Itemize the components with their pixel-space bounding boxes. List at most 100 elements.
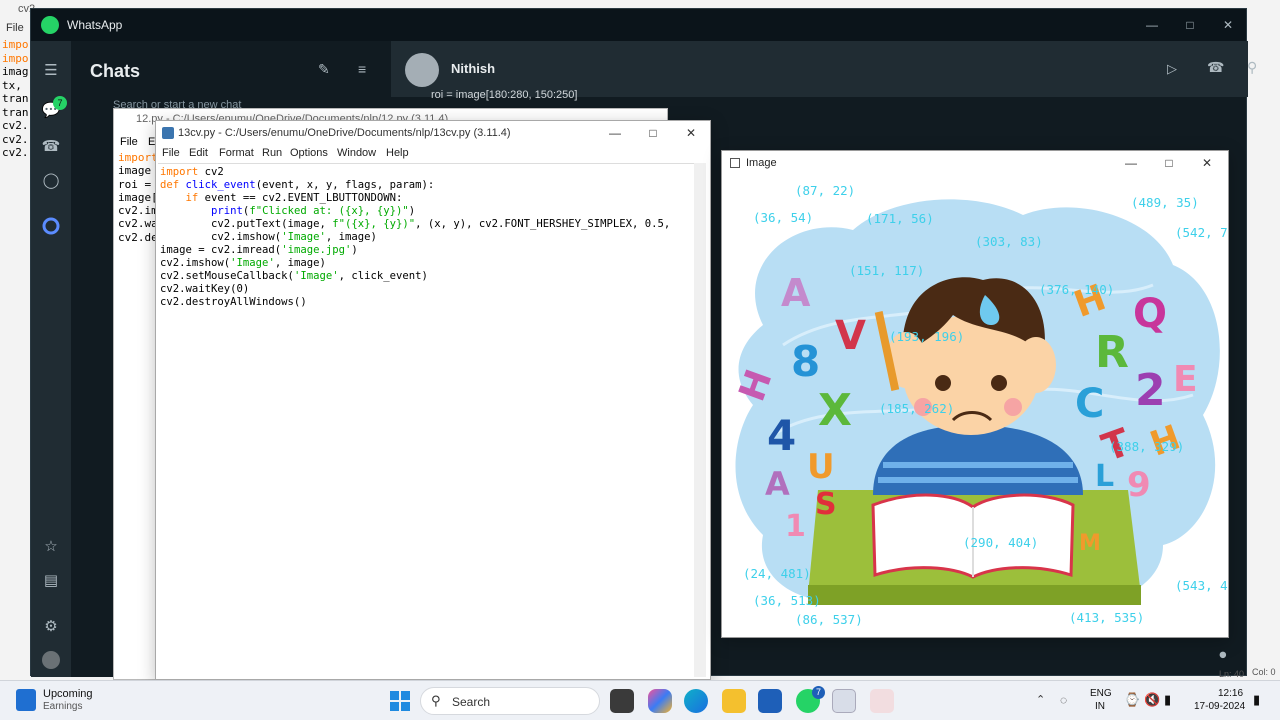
- minimize-icon[interactable]: —: [1133, 13, 1171, 37]
- code-line: cv2.de: [118, 230, 158, 244]
- code-line: tran: [2, 92, 29, 105]
- copilot-icon[interactable]: [648, 689, 672, 713]
- close-icon[interactable]: ✕: [1209, 13, 1247, 37]
- start-button-icon[interactable]: [390, 691, 410, 711]
- background-editor-menu-file[interactable]: File: [6, 22, 24, 34]
- maximize-icon[interactable]: □: [1150, 151, 1188, 175]
- idle-taskbar-icon[interactable]: [832, 689, 856, 713]
- letter-decoration: M: [1079, 531, 1101, 556]
- code-line: cv2.imshow('Image', image): [160, 257, 326, 269]
- maximize-icon[interactable]: □: [1171, 13, 1209, 37]
- letter-decoration: 9: [1127, 465, 1151, 505]
- menu-help[interactable]: Help: [386, 147, 409, 159]
- coordinate-label: (542, 72: [1175, 225, 1228, 240]
- mic-icon[interactable]: ⚫: [1217, 647, 1229, 664]
- python-taskbar-icon[interactable]: [870, 689, 894, 713]
- file-explorer-dark-icon[interactable]: [610, 689, 634, 713]
- contact-avatar[interactable]: [405, 53, 439, 87]
- widget-title[interactable]: Upcoming: [43, 688, 93, 700]
- letter-decoration: U: [807, 447, 835, 487]
- code-line: import cv2: [160, 166, 224, 178]
- menu-run[interactable]: Run: [262, 147, 282, 159]
- code-editor[interactable]: import cv2 def click_event(event, x, y, …: [158, 163, 698, 677]
- edge-icon[interactable]: [684, 689, 708, 713]
- code-line: cv2.waitKey(0): [160, 283, 250, 295]
- opencv-image-window[interactable]: Image — □ ✕ A V 8 H X 4 U A S 1 H Q R 2 …: [721, 150, 1229, 638]
- archive-icon[interactable]: ▤: [41, 571, 61, 591]
- battery-icon[interactable]: ▮: [1164, 692, 1171, 708]
- code-line: tx,: [2, 78, 22, 92]
- code-line: impo: [2, 51, 29, 65]
- letter-decoration: 4: [767, 411, 797, 460]
- voice-call-icon[interactable]: ☎: [1207, 59, 1224, 76]
- network-tray-icon[interactable]: ◌: [1060, 693, 1067, 707]
- menu-file[interactable]: File: [162, 147, 180, 159]
- menu-icon[interactable]: ☰: [41, 61, 61, 81]
- menu-options[interactable]: Options: [290, 147, 328, 159]
- folder-icon[interactable]: [722, 689, 746, 713]
- coordinate-label: (193, 196): [889, 329, 965, 344]
- idle-window-13cv[interactable]: 13cv.py - C:/Users/enumu/OneDrive/Docume…: [155, 120, 711, 680]
- close-icon[interactable]: ✕: [1188, 151, 1226, 175]
- menu-edit[interactable]: Edit: [189, 147, 208, 159]
- starred-icon[interactable]: ☆: [41, 537, 61, 557]
- coordinate-label: (36, 513): [753, 593, 821, 608]
- letter-decoration: 2: [1135, 365, 1166, 416]
- wifi-icon[interactable]: ⌚: [1124, 692, 1140, 708]
- meta-ai-icon[interactable]: [41, 217, 61, 237]
- whatsapp-app-name: WhatsApp: [67, 18, 123, 32]
- status-icon[interactable]: ◯: [41, 171, 61, 191]
- menu-file[interactable]: File: [120, 136, 138, 148]
- letter-decoration: 1: [785, 509, 806, 544]
- code-line: cv2.: [2, 146, 29, 159]
- minimize-icon[interactable]: —: [1112, 151, 1150, 175]
- profile-avatar[interactable]: [42, 651, 60, 669]
- coordinate-label: (24, 481): [743, 566, 811, 581]
- letter-decoration: Q: [1133, 291, 1168, 337]
- menu-format[interactable]: Format: [219, 147, 254, 159]
- calls-icon[interactable]: ☎: [41, 137, 61, 157]
- code-line: if event == cv2.EVENT_LBUTTONDOWN:: [185, 192, 403, 204]
- col-status: Col: 0: [1252, 667, 1276, 677]
- coordinate-label: (413, 535): [1069, 610, 1145, 625]
- image-window-icon: [730, 158, 740, 168]
- notifications-icon[interactable]: ▮: [1253, 692, 1260, 708]
- menu-window[interactable]: Window: [337, 147, 376, 159]
- code-line: roi =: [118, 177, 152, 191]
- coordinate-label: (86, 537): [795, 612, 863, 627]
- coordinate-label: (171, 56): [866, 211, 934, 226]
- widget-subtitle: Earnings: [43, 701, 83, 712]
- video-call-icon[interactable]: ▷: [1167, 61, 1177, 77]
- search-icon: ⚲: [431, 693, 441, 708]
- new-chat-icon[interactable]: ✎: [318, 61, 330, 78]
- coordinate-label: (185, 262): [879, 401, 955, 416]
- chevron-up-icon[interactable]: ⌃: [1036, 693, 1045, 706]
- code-line: impo: [2, 38, 29, 51]
- letter-decoration: 8: [791, 337, 821, 386]
- maximize-icon[interactable]: □: [634, 121, 672, 145]
- idle-titlebar: 13cv.py - C:/Users/enumu/OneDrive/Docume…: [156, 121, 710, 145]
- idle-menu-bar: File Edit Format Run Options Window Help: [156, 147, 710, 163]
- vertical-scrollbar[interactable]: [694, 163, 706, 677]
- clock-time[interactable]: 12:16: [1218, 688, 1243, 699]
- clock-date: 17-09-2024: [1194, 701, 1246, 712]
- minimize-icon[interactable]: —: [596, 121, 634, 145]
- line-status: Ln: 40: [1219, 669, 1245, 679]
- volume-icon[interactable]: 🔇: [1144, 692, 1160, 708]
- language-line1[interactable]: ENG: [1090, 688, 1112, 699]
- whatsapp-badge: 7: [812, 686, 825, 699]
- image-canvas[interactable]: A V 8 H X 4 U A S 1 H Q R 2 E C T H L 9 …: [723, 175, 1228, 637]
- taskbar-search-box[interactable]: ⚲ Search: [420, 687, 600, 715]
- contact-name[interactable]: Nithish: [451, 61, 495, 76]
- code-line: cv2.: [2, 132, 29, 146]
- search-label: Search: [452, 695, 491, 709]
- settings-icon[interactable]: ⚙: [41, 617, 61, 637]
- store-icon[interactable]: [758, 689, 782, 713]
- code-line: cv2.putText(image, f"({x}, {y})", (x, y)…: [160, 218, 671, 230]
- filter-icon[interactable]: ≡: [358, 61, 366, 77]
- widgets-icon[interactable]: [16, 689, 36, 711]
- chat-search-icon[interactable]: ⚲: [1247, 59, 1257, 76]
- coordinate-label: (489, 35): [1131, 195, 1199, 210]
- letter-decoration: R: [1095, 327, 1129, 378]
- close-icon[interactable]: ✕: [672, 121, 710, 145]
